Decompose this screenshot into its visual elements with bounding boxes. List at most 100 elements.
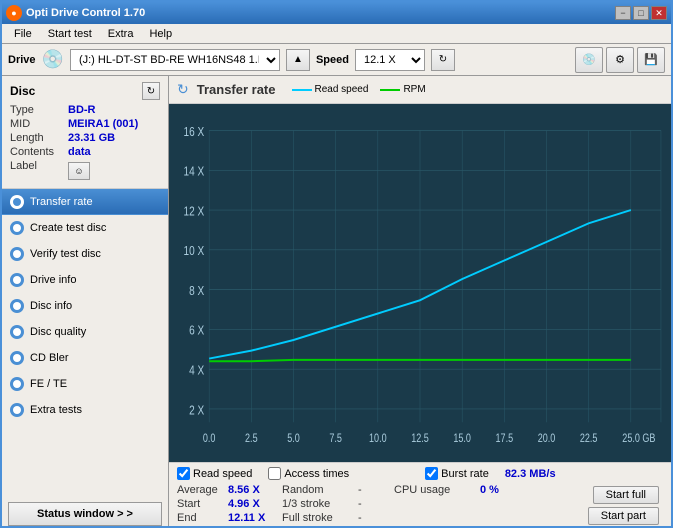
checkbox-access-times[interactable]: Access times — [268, 467, 349, 480]
nav-item-drive-info[interactable]: Drive info — [2, 267, 168, 293]
stat-value-third-stroke: - — [358, 498, 388, 510]
eject-button[interactable]: ▲ — [286, 49, 310, 71]
disc-label-label: Label — [10, 160, 68, 180]
nav-icon-extra-tests — [10, 403, 24, 417]
svg-text:12 X: 12 X — [184, 204, 205, 219]
checkbox-read-speed[interactable]: Read speed — [177, 467, 252, 480]
chart-checkboxes: Read speed Access times Burst rate 82.3 … — [177, 467, 663, 480]
nav-item-verify-test-disc[interactable]: Verify test disc — [2, 241, 168, 267]
checkbox-burst-rate-input[interactable] — [425, 467, 438, 480]
settings-icon-button[interactable]: ⚙ — [606, 47, 634, 73]
disc-icon-button[interactable]: 💿 — [575, 47, 603, 73]
nav-icon-disc-quality — [10, 325, 24, 339]
disc-type-label: Type — [10, 104, 68, 116]
minimize-button[interactable]: − — [615, 6, 631, 20]
nav-icon-transfer-rate — [10, 195, 24, 209]
nav-label-verify-test-disc: Verify test disc — [30, 248, 101, 260]
stat-value-cpu: 0 % — [480, 484, 540, 496]
svg-text:12.5: 12.5 — [411, 432, 429, 446]
nav-icon-cd-bler — [10, 351, 24, 365]
svg-text:0.0: 0.0 — [203, 432, 216, 446]
svg-text:14 X: 14 X — [184, 164, 205, 179]
checkbox-read-speed-label: Read speed — [193, 468, 252, 480]
svg-text:7.5: 7.5 — [329, 432, 342, 446]
nav-label-disc-info: Disc info — [30, 300, 72, 312]
menu-extra[interactable]: Extra — [100, 26, 142, 42]
content-area: ↻ Transfer rate Read speed RPM — [169, 76, 671, 528]
svg-text:2.5: 2.5 — [245, 432, 258, 446]
nav-item-extra-tests[interactable]: Extra tests — [2, 397, 168, 423]
legend-rpm: RPM — [380, 84, 425, 95]
nav-label-create-test-disc: Create test disc — [30, 222, 106, 234]
nav-icon-drive-info — [10, 273, 24, 287]
disc-type-row: Type BD-R — [10, 104, 160, 116]
nav-item-disc-quality[interactable]: Disc quality — [2, 319, 168, 345]
stats-row-start: Start 4.96 X 1/3 stroke - — [177, 498, 588, 510]
legend-rpm-label: RPM — [403, 84, 425, 95]
stats-section: Average 8.56 X Random - CPU usage 0 % St… — [177, 484, 663, 526]
start-full-button[interactable]: Start full — [593, 486, 659, 504]
disc-refresh-button[interactable]: ↻ — [142, 82, 160, 100]
app-icon: ● — [6, 5, 22, 21]
stats-row-end: End 12.11 X Full stroke - — [177, 512, 588, 524]
stat-value-start: 4.96 X — [228, 498, 276, 510]
disc-length-label: Length — [10, 132, 68, 144]
chart-icon: ↻ — [177, 81, 189, 98]
disc-length-row: Length 23.31 GB — [10, 132, 160, 144]
svg-text:22.5: 22.5 — [580, 432, 598, 446]
nav-item-fe-te[interactable]: FE / TE — [2, 371, 168, 397]
menu-start-test[interactable]: Start test — [40, 26, 100, 42]
nav-label-extra-tests: Extra tests — [30, 404, 82, 416]
chart-title: Transfer rate — [197, 82, 276, 97]
svg-text:8 X: 8 X — [189, 284, 204, 299]
maximize-button[interactable]: □ — [633, 6, 649, 20]
drive-icon: 💿 — [42, 49, 64, 70]
checkbox-read-speed-input[interactable] — [177, 467, 190, 480]
stat-label-end: End — [177, 512, 222, 524]
svg-text:15.0: 15.0 — [453, 432, 471, 446]
title-bar: ● Opti Drive Control 1.70 − □ ✕ — [2, 2, 671, 24]
disc-mid-value: MEIRA1 (001) — [68, 118, 138, 130]
svg-text:16 X: 16 X — [184, 125, 205, 140]
disc-mid-row: MID MEIRA1 (001) — [10, 118, 160, 130]
close-button[interactable]: ✕ — [651, 6, 667, 20]
nav-item-disc-info[interactable]: Disc info — [2, 293, 168, 319]
disc-label-row: Label ☺ — [10, 160, 160, 180]
nav-label-cd-bler: CD Bler — [30, 352, 69, 364]
nav-item-transfer-rate[interactable]: Transfer rate — [2, 189, 168, 215]
nav-label-transfer-rate: Transfer rate — [30, 196, 93, 208]
nav-icon-disc-info — [10, 299, 24, 313]
status-window-button[interactable]: Status window > > — [8, 502, 162, 526]
svg-text:17.5: 17.5 — [496, 432, 514, 446]
stat-label-cpu: CPU usage — [394, 484, 474, 496]
speed-select[interactable]: 12.1 X — [355, 49, 425, 71]
checkbox-burst-rate[interactable]: Burst rate — [425, 467, 489, 480]
save-icon-button[interactable]: 💾 — [637, 47, 665, 73]
legend-read-speed: Read speed — [292, 84, 369, 95]
refresh-speed-button[interactable]: ↻ — [431, 49, 455, 71]
menu-file[interactable]: File — [6, 26, 40, 42]
disc-title: Disc — [10, 84, 35, 98]
stat-label-random: Random — [282, 484, 352, 496]
nav-label-disc-quality: Disc quality — [30, 326, 86, 338]
legend-read-speed-label: Read speed — [315, 84, 369, 95]
stats-left: Average 8.56 X Random - CPU usage 0 % St… — [177, 484, 588, 526]
disc-mid-label: MID — [10, 118, 68, 130]
nav-label-drive-info: Drive info — [30, 274, 76, 286]
drive-select[interactable]: (J:) HL-DT-ST BD-RE WH16NS48 1.D3 — [70, 49, 280, 71]
legend-read-speed-color — [292, 89, 312, 91]
stat-label-full-stroke: Full stroke — [282, 512, 352, 524]
nav-item-create-test-disc[interactable]: Create test disc — [2, 215, 168, 241]
svg-text:20.0: 20.0 — [538, 432, 556, 446]
window-controls: − □ ✕ — [615, 6, 667, 20]
action-buttons: Start full Start part — [588, 484, 663, 526]
menu-help[interactable]: Help — [141, 26, 180, 42]
disc-label-button[interactable]: ☺ — [68, 162, 90, 180]
nav-item-cd-bler[interactable]: CD Bler — [2, 345, 168, 371]
start-part-button[interactable]: Start part — [588, 507, 659, 525]
burst-rate-value: 82.3 MB/s — [505, 468, 556, 480]
checkbox-access-times-input[interactable] — [268, 467, 281, 480]
nav-icon-fe-te — [10, 377, 24, 391]
stat-value-end: 12.11 X — [228, 512, 276, 524]
stat-value-full-stroke: - — [358, 512, 388, 524]
